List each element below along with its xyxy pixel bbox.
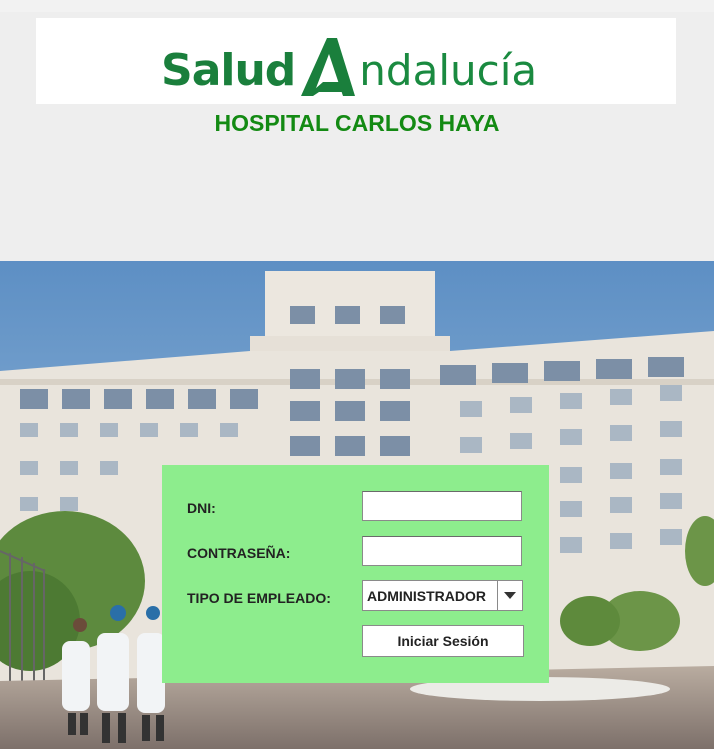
employee-type-label: TIPO DE EMPLEADO: (187, 590, 331, 606)
salud-andalucia-logo: Salud ndalucía (161, 26, 581, 98)
top-strip (0, 0, 714, 12)
password-input[interactable] (362, 536, 522, 566)
employee-type-select[interactable]: ADMINISTRADOR (362, 580, 523, 611)
login-button[interactable]: Iniciar Sesión (362, 625, 524, 657)
password-label: CONTRASEÑA: (187, 545, 291, 561)
employee-type-value: ADMINISTRADOR (367, 588, 486, 604)
login-panel: DNI: CONTRASEÑA: TIPO DE EMPLEADO: ADMIN… (162, 465, 549, 683)
logo-text-andalucia: ndalucía (359, 46, 538, 95)
dni-input[interactable] (362, 491, 522, 521)
logo-banner: Salud ndalucía (36, 18, 676, 104)
dropdown-button[interactable] (497, 581, 522, 610)
hospital-title: HOSPITAL CARLOS HAYA (214, 110, 500, 136)
chevron-down-icon (504, 592, 516, 599)
stylized-a-logo-icon (301, 38, 356, 96)
logo-text-salud: Salud (161, 45, 296, 96)
dni-label: DNI: (187, 500, 216, 516)
